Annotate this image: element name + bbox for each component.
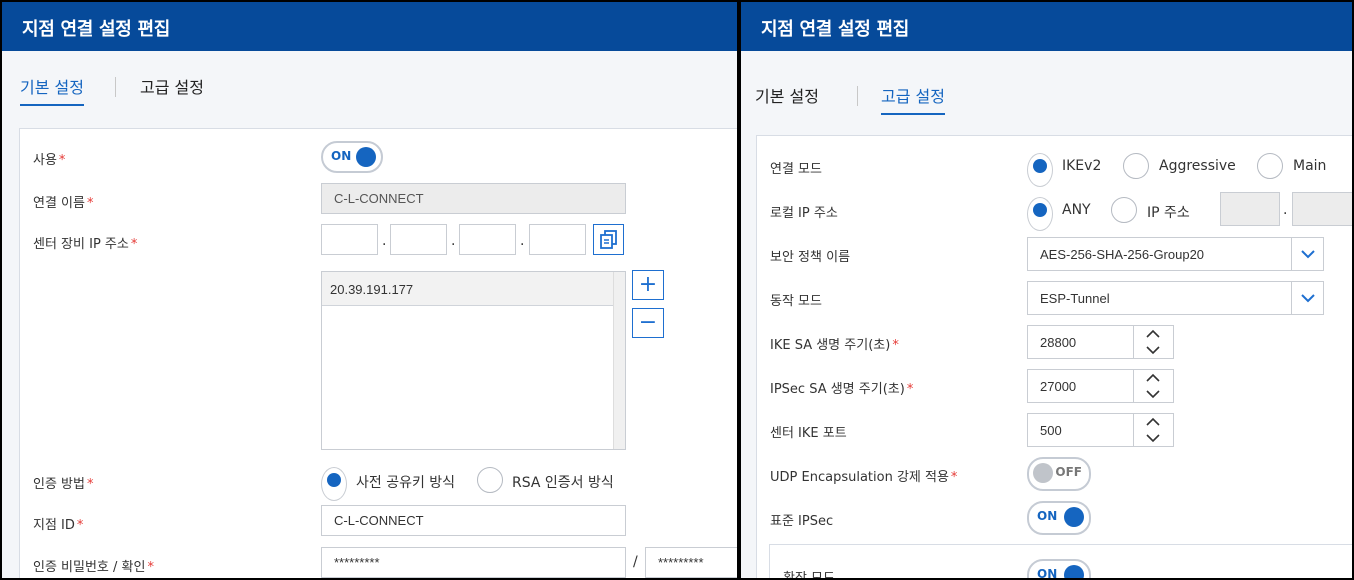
ipsec-sa-lifetime-input[interactable]: 27000 <box>1027 369 1134 403</box>
auth-rsa-radio[interactable] <box>477 467 503 493</box>
center-ike-port-label: 센터 IKE 포트 <box>770 426 847 441</box>
local-ip-custom-label: IP 주소 <box>1147 205 1190 221</box>
ip-octet-2[interactable] <box>390 224 447 255</box>
auth-password-confirm-input[interactable]: ********* <box>645 547 737 578</box>
branch-id-input[interactable]: C-L-CONNECT <box>321 505 626 536</box>
auth-rsa-label: RSA 인증서 방식 <box>512 475 614 491</box>
minus-icon: − <box>638 310 658 335</box>
std-ipsec-toggle[interactable]: ON <box>1027 501 1091 535</box>
ext-mode-label: 확장 모드 <box>783 567 835 578</box>
mode-ikev2-label: IKEv2 <box>1062 158 1102 174</box>
local-ip-custom-radio[interactable] <box>1111 197 1137 223</box>
ext-mode-toggle[interactable]: ON <box>1027 559 1091 578</box>
ip-dot: . <box>520 233 525 249</box>
spinner-up-icon[interactable] <box>1134 414 1172 430</box>
ike-sa-lifetime-spinner <box>1134 325 1174 359</box>
remove-ip-button[interactable]: − <box>632 308 664 338</box>
auth-method-label: 인증 방법 * <box>33 477 94 492</box>
connection-name-input: C-L-CONNECT <box>321 183 626 214</box>
spinner-up-icon[interactable] <box>1134 370 1172 386</box>
right-dialog: 지점 연결 설정 편집 기본 설정 고급 설정 연결 모드 IKEv2 Aggr… <box>741 2 1352 578</box>
mode-aggressive-label: Aggressive <box>1159 158 1236 174</box>
list-scrollbar[interactable] <box>613 272 625 449</box>
list-item[interactable]: 20.39.191.177 <box>322 272 613 306</box>
tab-divider <box>115 77 116 97</box>
ip-dot: . <box>451 233 456 249</box>
tab-divider <box>857 86 858 106</box>
dialog-title: 지점 연결 설정 편집 <box>2 2 737 51</box>
ip-octet-3[interactable] <box>459 224 516 255</box>
security-policy-label: 보안 정책 이름 <box>770 250 851 265</box>
std-ipsec-label: 표준 IPSec <box>770 514 834 529</box>
basic-settings-form: 사용 * ON 연결 이름 * C-L-CONNECT 센터 장비 IP 주소 * .… <box>19 128 737 578</box>
tab-advanced-settings[interactable]: 고급 설정 <box>140 74 204 104</box>
operation-mode-label: 동작 모드 <box>770 294 822 309</box>
mode-main-label: Main <box>1293 158 1327 174</box>
ike-sa-lifetime-input[interactable]: 28800 <box>1027 325 1134 359</box>
chevron-down-icon <box>1291 282 1323 314</box>
copy-icon <box>599 230 617 249</box>
advanced-settings-form: 연결 모드 IKEv2 Aggressive Main 로컬 IP 주소 ANY… <box>756 135 1352 578</box>
udp-encap-toggle[interactable]: OFF <box>1027 457 1091 491</box>
auth-psk-radio[interactable] <box>321 467 347 501</box>
tab-bar: 기본 설정 고급 설정 <box>20 74 320 114</box>
security-policy-value: AES-256-SHA-256-Group20 <box>1040 247 1205 262</box>
spinner-down-icon[interactable] <box>1134 386 1172 402</box>
tab-bar: 기본 설정 고급 설정 <box>755 83 1055 123</box>
center-ip-label: 센터 장비 IP 주소 * <box>33 237 138 252</box>
ip-dot: . <box>1283 202 1288 218</box>
security-policy-select[interactable]: AES-256-SHA-256-Group20 <box>1027 237 1324 271</box>
password-separator: / <box>633 554 638 570</box>
spinner-up-icon[interactable] <box>1134 326 1172 342</box>
ip-octet-1[interactable] <box>321 224 378 255</box>
left-dialog: 지점 연결 설정 편집 기본 설정 고급 설정 사용 * ON 연결 이름 * C-… <box>2 2 737 578</box>
local-ip-any-label: ANY <box>1062 202 1091 218</box>
local-ip-octet-1 <box>1220 192 1280 226</box>
operation-mode-select[interactable]: ESP-Tunnel <box>1027 281 1324 315</box>
connection-mode-label: 연결 모드 <box>770 162 822 177</box>
mode-ikev2-radio[interactable] <box>1027 153 1053 187</box>
tab-basic-settings[interactable]: 기본 설정 <box>755 83 819 113</box>
local-ip-label: 로컬 IP 주소 <box>770 206 838 221</box>
ipsec-sa-lifetime-label: IPSec SA 생명 주기(초) * <box>770 382 914 397</box>
use-toggle[interactable]: ON <box>321 141 383 173</box>
auth-password-input[interactable]: ********* <box>321 547 626 578</box>
local-ip-octet-2 <box>1292 192 1352 226</box>
center-ike-port-spinner <box>1134 413 1174 447</box>
spinner-down-icon[interactable] <box>1134 342 1172 358</box>
ike-sa-lifetime-label: IKE SA 생명 주기(초) * <box>770 338 899 353</box>
ip-dot: . <box>382 233 387 249</box>
copy-button[interactable] <box>593 224 624 255</box>
tab-basic-settings[interactable]: 기본 설정 <box>20 74 84 106</box>
extended-mode-section: 확장 모드 ON <box>769 544 1352 578</box>
add-ip-button[interactable]: + <box>632 270 664 300</box>
local-ip-any-radio[interactable] <box>1027 197 1053 231</box>
branch-id-label: 지점 ID * <box>33 518 84 533</box>
mode-aggressive-radio[interactable] <box>1123 153 1149 179</box>
auth-psk-label: 사전 공유키 방식 <box>356 475 456 491</box>
center-ike-port-input[interactable]: 500 <box>1027 413 1134 447</box>
plus-icon: + <box>638 272 658 297</box>
ipsec-sa-lifetime-spinner <box>1134 369 1174 403</box>
tab-advanced-settings[interactable]: 고급 설정 <box>881 83 945 115</box>
operation-mode-value: ESP-Tunnel <box>1040 291 1110 306</box>
spinner-down-icon[interactable] <box>1134 430 1172 446</box>
mode-main-radio[interactable] <box>1257 153 1283 179</box>
center-ip-list[interactable]: 20.39.191.177 <box>321 271 626 450</box>
dialog-title: 지점 연결 설정 편집 <box>741 2 1352 51</box>
udp-encap-label: UDP Encapsulation 강제 적용 * <box>770 470 958 485</box>
auth-password-label: 인증 비밀번호 / 확인 * <box>33 560 154 575</box>
connection-name-label: 연결 이름 * <box>33 196 94 211</box>
use-label: 사용 * <box>33 153 66 168</box>
chevron-down-icon <box>1291 238 1323 270</box>
ip-octet-4[interactable] <box>529 224 586 255</box>
